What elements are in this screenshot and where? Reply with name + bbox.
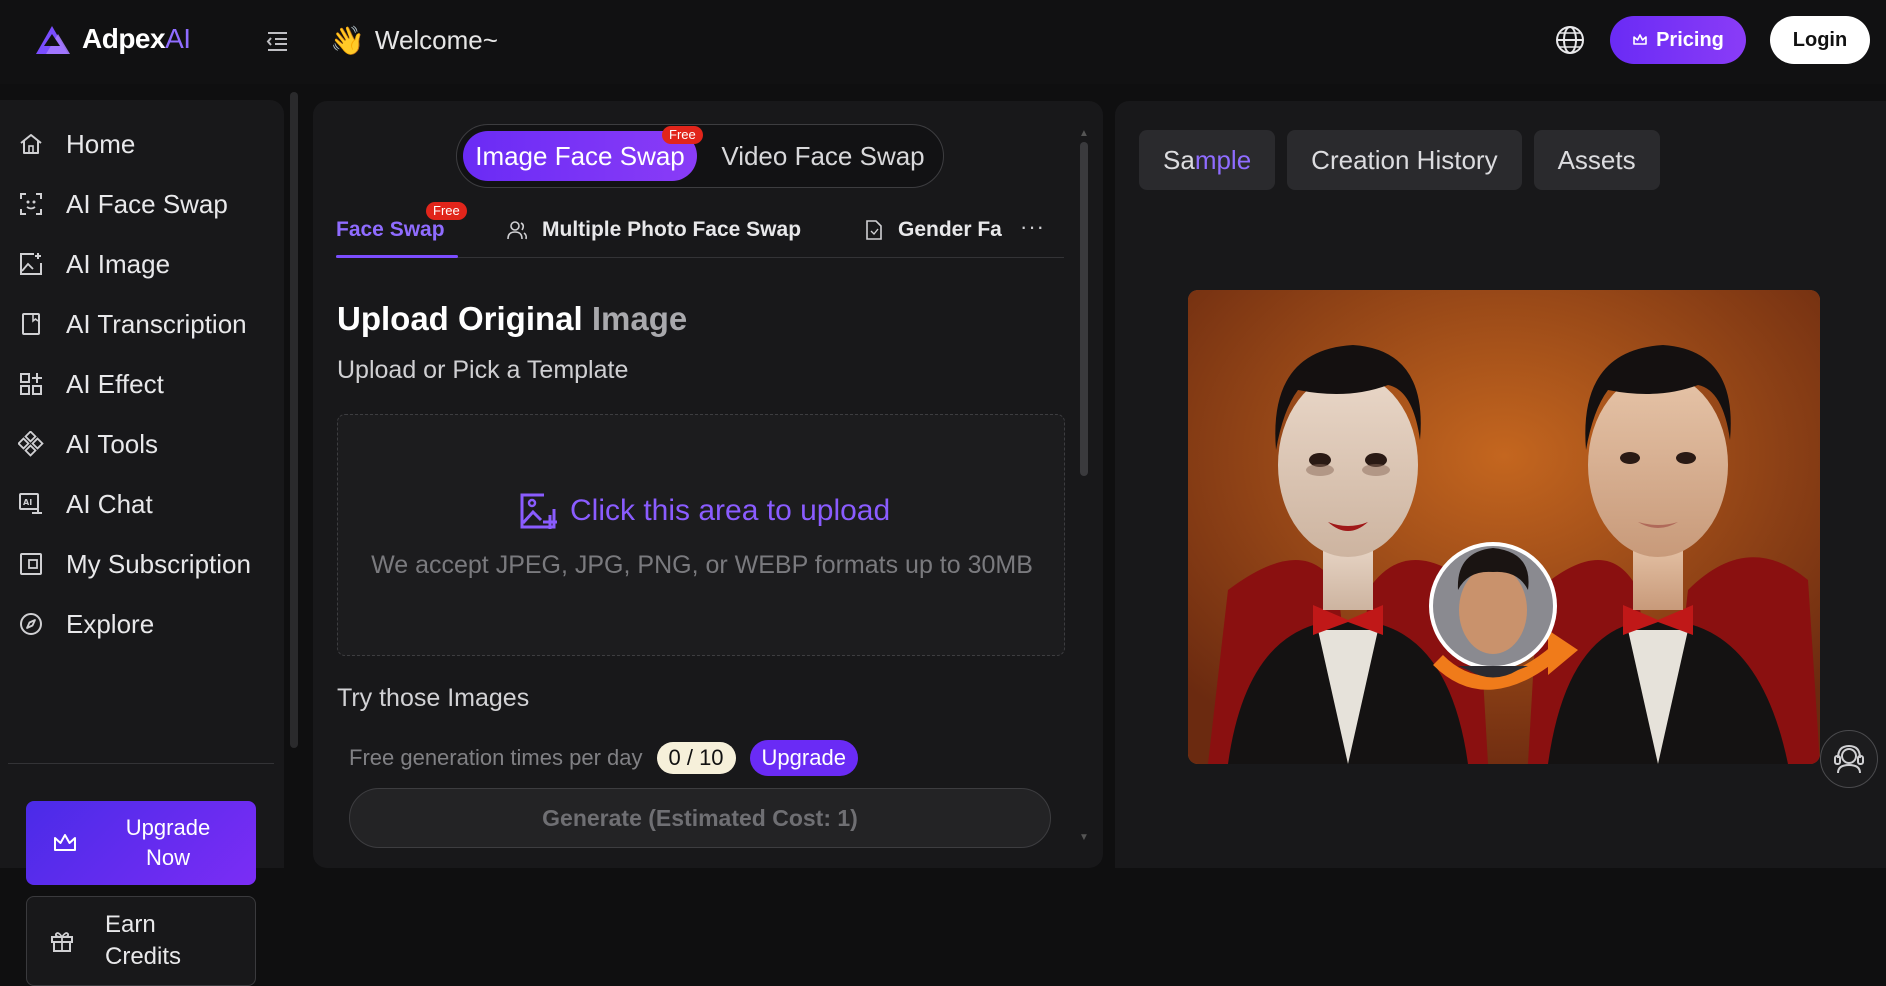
- active-tab-indicator: [336, 255, 458, 258]
- welcome-text: Welcome~: [374, 25, 498, 55]
- tab-sample[interactable]: Sa mple: [1139, 130, 1276, 190]
- welcome-message: 👋 Welcome~: [330, 24, 498, 57]
- sidebar-nav: Home AI Face Swap AI Image AI Transcript…: [18, 114, 268, 654]
- subtab-label: Multiple Photo Face Swap: [542, 218, 802, 241]
- grid-plus-icon: [20, 373, 42, 395]
- sidebar-item-label: Explore: [66, 608, 155, 639]
- logo[interactable]: AdpexAI: [32, 22, 191, 56]
- document-icon: [22, 313, 40, 335]
- svg-text:AI: AI: [23, 498, 32, 507]
- earn-credits-label: Earn Credits: [105, 911, 182, 970]
- free-badge: Free: [426, 202, 467, 220]
- subscription-icon: [20, 553, 42, 575]
- subtab-label: Gender Fa: [898, 218, 1002, 241]
- pricing-button[interactable]: Pricing: [1610, 16, 1746, 64]
- chat-ai-icon: AI: [19, 493, 42, 514]
- upgrade-now-label: Upgrade Now: [125, 815, 211, 870]
- panel-scrollbar[interactable]: [1080, 142, 1088, 476]
- sidebar-item-ai-transcription[interactable]: AI Transcription: [18, 294, 268, 354]
- upgrade-now-button[interactable]: Upgrade Now: [26, 801, 256, 885]
- pricing-label: Pricing: [1656, 28, 1724, 51]
- sample-illustration: [1188, 290, 1820, 764]
- tools-icon: [18, 431, 44, 457]
- subtab-gender-face-swap[interactable]: Gender Fa: [864, 218, 1012, 242]
- file-icon: [866, 220, 882, 240]
- sidebar-item-label: AI Face Swap: [66, 188, 228, 219]
- sidebar-item-label: AI Transcription: [66, 308, 247, 339]
- sidebar-item-explore[interactable]: Explore: [18, 594, 268, 654]
- collapse-sidebar-icon[interactable]: [264, 28, 290, 54]
- subtab-face-swap[interactable]: Face Swap: [336, 218, 445, 242]
- sidebar-item-my-subscription[interactable]: My Subscription: [18, 534, 268, 594]
- sidebar-item-ai-tools[interactable]: AI Tools: [18, 414, 268, 474]
- face-scan-icon: [20, 193, 42, 215]
- tab-video-face-swap[interactable]: Video Face Swap: [713, 131, 933, 181]
- language-globe-icon[interactable]: [1554, 24, 1586, 56]
- top-bar: AdpexAI 👋 Welcome~ Pricing Login: [0, 0, 1886, 84]
- upgrade-button[interactable]: Upgrade: [749, 740, 858, 776]
- tab-assets[interactable]: Assets: [1533, 130, 1660, 190]
- upload-image-icon: [520, 493, 557, 529]
- wave-icon: 👋: [330, 25, 365, 56]
- upload-cta: Click this area to upload: [518, 491, 890, 531]
- logo-text: AdpexAI: [82, 23, 191, 54]
- sidebar-item-label: Home: [66, 128, 136, 159]
- more-tabs-icon[interactable]: ···: [1020, 214, 1045, 240]
- tab-creation-history[interactable]: Creation History: [1287, 130, 1522, 190]
- sidebar-item-label: My Subscription: [66, 548, 251, 579]
- free-generation-label: Free generation times per day: [349, 745, 643, 770]
- try-images-title: Try those Images: [337, 684, 530, 712]
- upload-hint: We accept JPEG, JPG, PNG, or WEBP format…: [371, 551, 1033, 579]
- home-icon: [20, 134, 42, 154]
- gift-icon: [51, 932, 73, 952]
- sidebar-item-ai-chat[interactable]: AI AI Chat: [18, 474, 268, 534]
- sidebar-item-label: AI Image: [66, 248, 171, 279]
- mode-toggle: Image Face Swap Free Video Face Swap: [456, 124, 944, 188]
- image-plus-icon: [20, 253, 42, 275]
- upload-dropzone[interactable]: Click this area to upload We accept JPEG…: [337, 414, 1065, 656]
- sample-face-swap-image: [1188, 290, 1820, 764]
- crown-icon: [1633, 34, 1647, 45]
- preview-tabs: Sa mple Creation History Assets: [1139, 130, 1660, 190]
- sidebar-divider: [8, 763, 274, 764]
- subtab-label: Face Swap: [336, 218, 445, 241]
- scroll-up-arrow-icon[interactable]: ▲: [1079, 128, 1089, 139]
- sub-tabs: Face Swap Free Multiple Photo Face Swap …: [336, 202, 1064, 258]
- sidebar-scrollbar[interactable]: [290, 92, 298, 748]
- multi-person-icon: [507, 221, 528, 240]
- subtab-multiple-photo-face-swap[interactable]: Multiple Photo Face Swap: [506, 218, 801, 242]
- login-button[interactable]: Login: [1770, 16, 1870, 64]
- logo-icon: [36, 26, 70, 54]
- free-generation-row: Free generation times per day 0 / 10 Upg…: [349, 740, 858, 776]
- free-generation-count: 0 / 10: [656, 742, 736, 774]
- free-badge: Free: [662, 126, 703, 144]
- sidebar: Home AI Face Swap AI Image AI Transcript…: [0, 100, 284, 986]
- sidebar-item-home[interactable]: Home: [18, 114, 268, 174]
- upload-title: Upload Original Image: [337, 300, 688, 337]
- sidebar-item-label: AI Effect: [66, 368, 164, 399]
- upload-cta-label: Click this area to upload: [570, 494, 891, 527]
- scroll-down-arrow-icon[interactable]: ▼: [1079, 832, 1089, 843]
- compass-icon: [20, 613, 42, 635]
- crown-icon: [54, 834, 76, 851]
- support-headset-icon: [1834, 744, 1864, 774]
- upload-subtitle: Upload or Pick a Template: [337, 356, 629, 384]
- customer-support-button[interactable]: [1820, 730, 1878, 788]
- sidebar-item-ai-image[interactable]: AI Image: [18, 234, 268, 294]
- generate-button[interactable]: Generate (Estimated Cost: 1): [349, 788, 1051, 848]
- sidebar-item-ai-face-swap[interactable]: AI Face Swap: [18, 174, 268, 234]
- sidebar-item-label: AI Tools: [66, 428, 159, 459]
- sidebar-item-ai-effect[interactable]: AI Effect: [18, 354, 268, 414]
- earn-credits-button[interactable]: Earn Credits: [26, 896, 256, 986]
- sidebar-item-label: AI Chat: [66, 488, 153, 519]
